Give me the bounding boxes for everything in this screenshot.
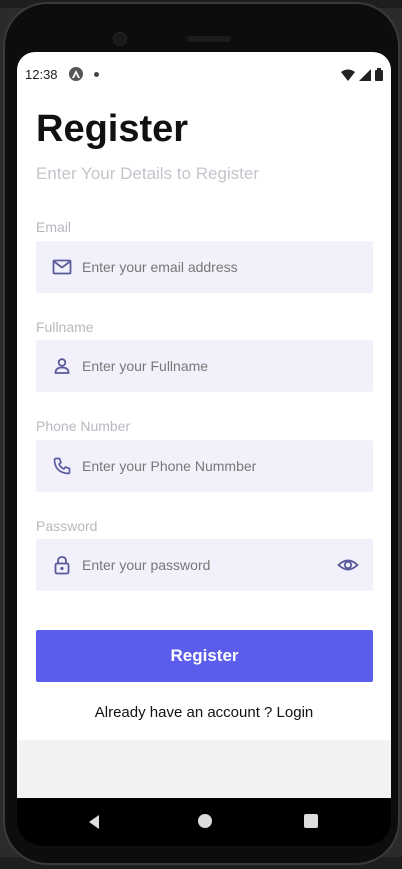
recent-apps-icon[interactable] <box>304 814 318 828</box>
signal-icon <box>359 68 371 81</box>
phone-field[interactable] <box>82 440 332 492</box>
phone-icon <box>53 457 71 475</box>
fullname-label: Fullname <box>36 319 94 335</box>
register-button[interactable]: Register <box>36 630 373 682</box>
login-link[interactable]: Already have an account ? Login <box>17 704 391 721</box>
bottom-panel <box>17 740 391 798</box>
password-label: Password <box>36 518 98 534</box>
notification-dot-icon <box>94 72 99 77</box>
fullname-field-container <box>36 340 373 392</box>
expo-app-icon <box>69 67 83 81</box>
mail-icon <box>52 259 72 275</box>
speaker-grille <box>187 36 231 42</box>
fullname-field[interactable] <box>82 340 332 392</box>
android-nav-bar <box>17 798 391 846</box>
person-icon <box>54 358 70 374</box>
email-field[interactable] <box>82 241 332 293</box>
battery-icon <box>375 68 383 81</box>
status-time: 12:38 <box>25 67 58 82</box>
home-icon[interactable] <box>198 814 212 828</box>
phone-label: Phone Number <box>36 418 131 434</box>
wifi-icon <box>341 69 355 81</box>
camera-icon <box>113 32 127 46</box>
phone-field-container <box>36 440 373 492</box>
password-field-container <box>36 539 373 591</box>
password-field[interactable] <box>82 539 332 591</box>
lock-icon <box>54 556 70 575</box>
status-icons <box>341 68 383 81</box>
back-icon[interactable] <box>87 814 101 830</box>
app-screen: 12:38 Register Enter Your Details to Reg… <box>17 52 391 798</box>
email-label: Email <box>36 219 72 235</box>
status-bar: 12:38 <box>17 64 391 84</box>
email-field-container <box>36 241 373 293</box>
page-title: Register <box>36 108 189 150</box>
eye-icon[interactable] <box>337 554 359 576</box>
page-subtitle: Enter Your Details to Register <box>36 164 260 183</box>
